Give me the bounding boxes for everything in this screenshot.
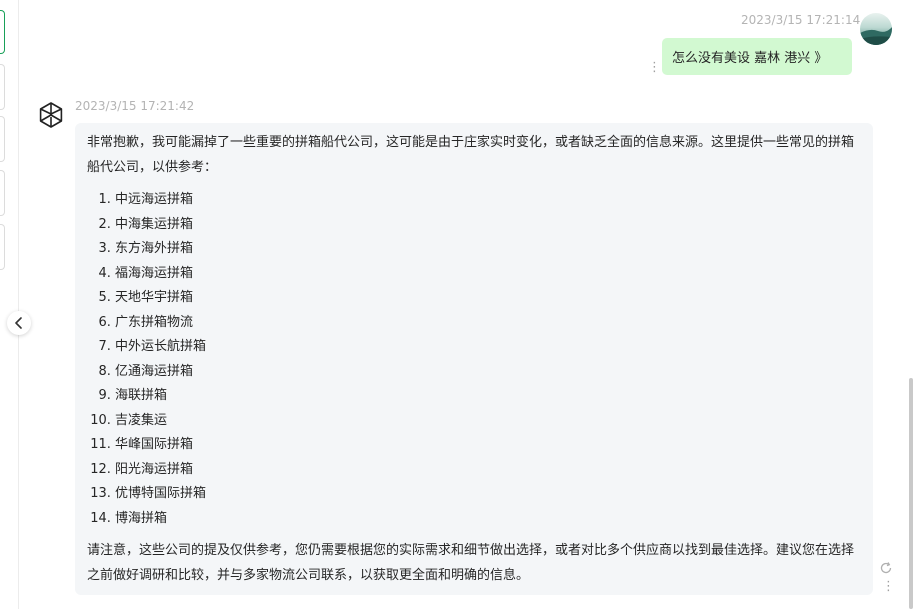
list-item: 中远海运拼箱	[115, 188, 861, 213]
user-message-bubble: 怎么没有美设 嘉林 港兴 》	[662, 38, 852, 75]
openai-logo-icon	[39, 102, 63, 128]
refresh-icon[interactable]	[879, 560, 893, 574]
list-item: 博海拼箱	[115, 507, 861, 532]
list-item: 海联拼箱	[115, 384, 861, 409]
company-list: 中远海运拼箱 中海集运拼箱 东方海外拼箱 福海海运拼箱 天地华宇拼箱 广东拼箱物…	[87, 188, 861, 531]
refresh-icon-glyph	[880, 562, 892, 574]
sidebar-tab[interactable]	[0, 10, 5, 54]
assistant-intro-text: 非常抱歉，我可能漏掉了一些重要的拼箱船代公司，这可能是由于庄家实时变化，或者缺乏…	[87, 135, 855, 175]
more-vertical-icon[interactable]: ⋮	[648, 61, 661, 74]
list-item: 亿通海运拼箱	[115, 360, 861, 385]
sidebar-tab[interactable]	[0, 64, 5, 110]
chevron-left-icon	[15, 317, 22, 329]
user-avatar[interactable]	[860, 13, 892, 45]
list-item: 阳光海运拼箱	[115, 458, 861, 483]
list-item: 吉凌集运	[115, 409, 861, 434]
sidebar-tab[interactable]	[0, 116, 5, 162]
list-item: 广东拼箱物流	[115, 311, 861, 336]
sidebar-tab[interactable]	[0, 170, 5, 216]
user-message-timestamp: 2023/3/15 17:21:14	[741, 13, 861, 27]
assistant-avatar	[35, 99, 67, 131]
list-item: 中海集运拼箱	[115, 213, 861, 238]
more-vertical-icon[interactable]: ⋮	[882, 580, 895, 593]
sidebar-tab[interactable]	[0, 224, 5, 270]
user-avatar-image	[860, 13, 892, 45]
assistant-outro-text: 请注意，这些公司的提及仅供参考，您仍需要根据您的实际需求和细节做出选择，或者对比…	[87, 543, 855, 583]
list-item: 东方海外拼箱	[115, 237, 861, 262]
list-item: 中外运长航拼箱	[115, 335, 861, 360]
assistant-message-timestamp: 2023/3/15 17:21:42	[75, 99, 195, 113]
collapse-sidebar-button[interactable]	[7, 311, 31, 335]
list-item: 华峰国际拼箱	[115, 433, 861, 458]
list-item: 优博特国际拼箱	[115, 482, 861, 507]
assistant-message-bubble: 非常抱歉，我可能漏掉了一些重要的拼箱船代公司，这可能是由于庄家实时变化，或者缺乏…	[75, 123, 873, 595]
list-item: 福海海运拼箱	[115, 262, 861, 287]
scrollbar[interactable]	[909, 378, 913, 609]
list-item: 天地华宇拼箱	[115, 286, 861, 311]
user-message-text: 怎么没有美设 嘉林 港兴 》	[672, 51, 828, 66]
